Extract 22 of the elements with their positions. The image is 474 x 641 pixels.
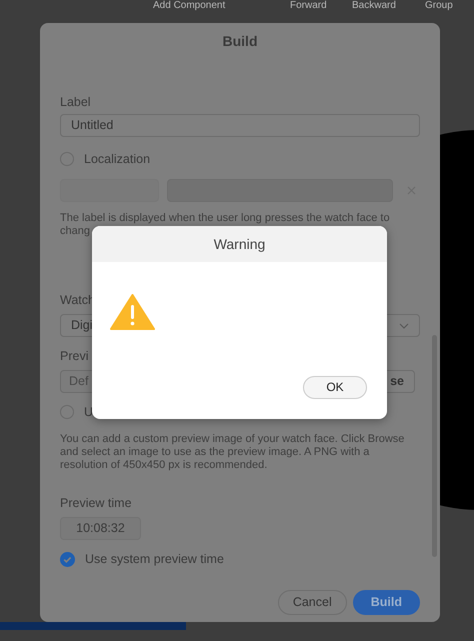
ok-button[interactable]: OK (303, 376, 367, 399)
toolbar-item[interactable]: Forward (290, 0, 327, 12)
hint-text: The label is displayed when the user long presses the watch face to (60, 212, 391, 225)
hint-text: You can add a custom preview image of your watch face. Click Browse and select an image to use as the preview image. A PNG with a resolution of 450x450 px is recommended. (60, 433, 406, 472)
radio-label: Localization (84, 151, 150, 167)
toolbar-item[interactable]: Add Component (153, 0, 226, 12)
dialog-title: Build (222, 32, 258, 51)
toolbar-item[interactable]: Group (425, 0, 453, 12)
chevron-icon (399, 322, 409, 328)
field-label: Previ (60, 348, 90, 364)
checkbox-label: Use system preview time (85, 551, 224, 567)
toolbar-item[interactable]: Backward (352, 0, 396, 12)
checkbox[interactable] (60, 552, 75, 566)
field-label: Label (60, 94, 92, 110)
hint-text: chang (60, 225, 91, 238)
label-field[interactable]: Untitled (60, 114, 420, 137)
dialog-title: Warning (92, 226, 387, 262)
field-label: Preview time (60, 495, 133, 511)
radio-label: U (84, 404, 94, 420)
build-button[interactable]: Build (352, 590, 420, 615)
cancel-button[interactable]: Cancel (278, 590, 347, 615)
warning-icon (110, 293, 155, 331)
